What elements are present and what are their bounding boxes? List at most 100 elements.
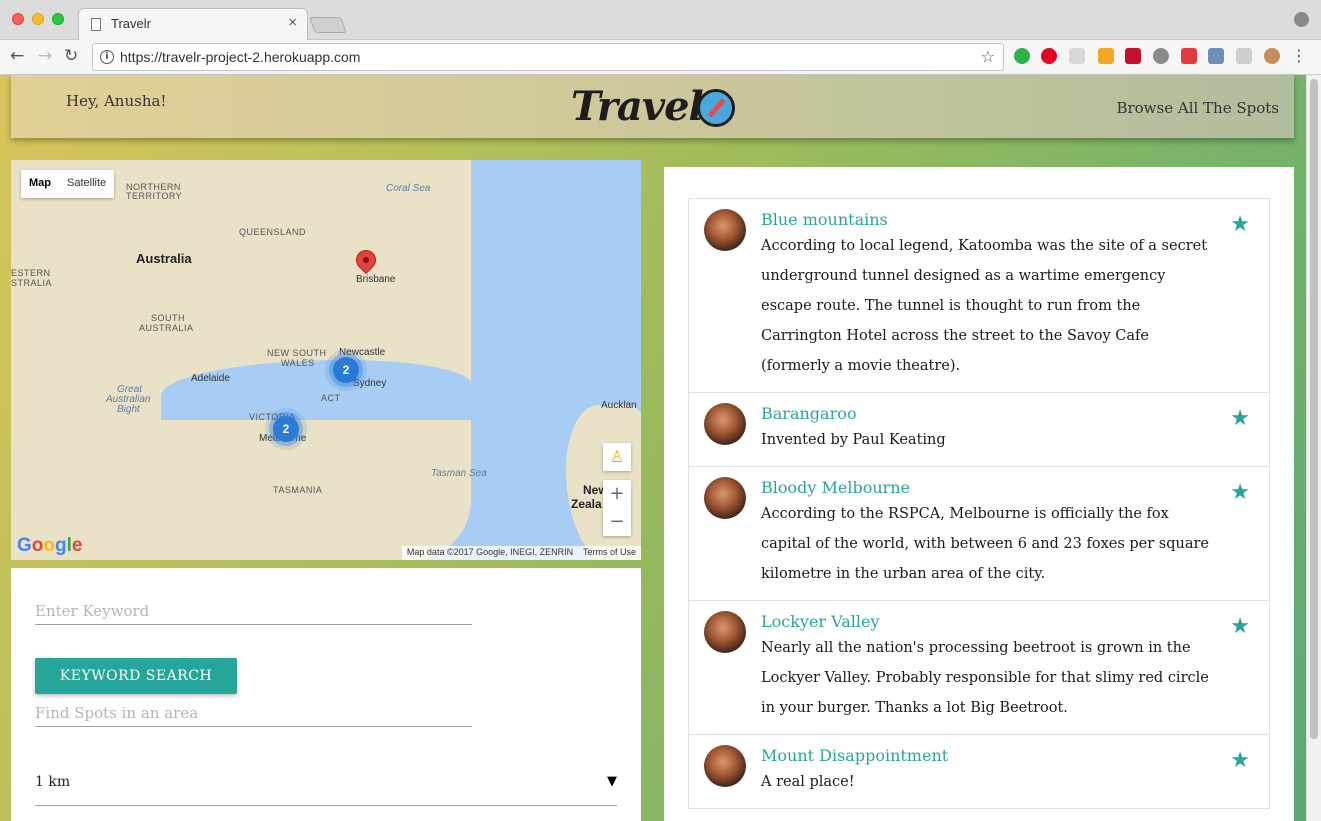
bookmark-star-icon[interactable]: ☆ xyxy=(981,47,995,66)
map-label: Bight xyxy=(117,404,140,415)
page-scrollbar[interactable] xyxy=(1306,75,1321,821)
star-icon[interactable]: ★ xyxy=(1230,748,1250,773)
spot-description: A real place! xyxy=(761,774,855,790)
map-label: TASMANIA xyxy=(273,485,323,495)
zoom-in-button[interactable]: + xyxy=(603,480,631,508)
extension-green-icon[interactable] xyxy=(1014,48,1030,64)
extension-red-badge-icon[interactable] xyxy=(1125,48,1141,64)
map-attribution: Map data ©2017 Google, INEGI, ZENRIN Ter… xyxy=(401,546,641,560)
zoom-control: + − xyxy=(603,480,631,536)
area-search-input[interactable] xyxy=(35,700,472,726)
forward-icon[interactable]: → xyxy=(38,46,52,66)
marker-cluster-melbourne[interactable]: 2 xyxy=(273,416,299,442)
tab-title: Travelr xyxy=(111,16,151,31)
map-land-tasmania xyxy=(261,460,321,504)
extension-gray-icon[interactable] xyxy=(1069,48,1085,64)
spot-title[interactable]: Mount Disappointment xyxy=(761,745,1209,767)
map-type-satellite-button[interactable]: Satellite xyxy=(59,170,114,198)
star-icon[interactable]: ★ xyxy=(1230,406,1250,431)
map-type-control: Map Satellite xyxy=(21,170,115,198)
extension-grid-icon[interactable] xyxy=(1236,48,1252,64)
avatar xyxy=(704,209,746,251)
keyword-input[interactable] xyxy=(35,598,472,624)
list-item[interactable]: Mount Disappointment A real place! ★ xyxy=(689,735,1269,808)
minimize-window-button[interactable] xyxy=(32,13,44,25)
list-item[interactable]: Bloody Melbourne According to the RSPCA,… xyxy=(689,467,1269,601)
keyword-field xyxy=(35,598,472,625)
back-icon[interactable]: ← xyxy=(10,46,24,66)
avatar xyxy=(704,477,746,519)
map-type-map-button[interactable]: Map xyxy=(21,170,59,198)
map-label: Zeala xyxy=(571,497,602,511)
map-label: Brisbane xyxy=(356,274,396,285)
extension-off-icon[interactable] xyxy=(1098,48,1114,64)
map-label: WALES xyxy=(281,358,315,368)
spot-title[interactable]: Bloody Melbourne xyxy=(761,477,1209,499)
avatar xyxy=(704,403,746,445)
star-icon[interactable]: ★ xyxy=(1230,480,1250,505)
compass-icon xyxy=(697,89,735,127)
close-window-button[interactable] xyxy=(12,13,24,25)
map-label: Tasman Sea xyxy=(431,468,487,479)
spots-list: Blue mountains According to local legend… xyxy=(688,198,1270,809)
spot-title[interactable]: Lockyer Valley xyxy=(761,611,1209,633)
map-land-australia xyxy=(11,160,471,560)
url-text[interactable]: https://travelr-project-2.herokuapp.com xyxy=(120,49,360,65)
spot-description: Invented by Paul Keating xyxy=(761,432,946,448)
map-label: STRALIA xyxy=(11,278,53,288)
extension-red-square-icon[interactable] xyxy=(1181,48,1197,64)
reload-icon[interactable]: ↻ xyxy=(64,46,78,66)
marker-cluster-sydney[interactable]: 2 xyxy=(333,357,359,383)
travelr-logo[interactable]: Travelr xyxy=(571,81,741,137)
map-label: ACT xyxy=(321,393,341,403)
avatar xyxy=(704,611,746,653)
spot-title[interactable]: Barangaroo xyxy=(761,403,1209,425)
spot-title[interactable]: Blue mountains xyxy=(761,209,1209,231)
map-label: TERRITORY xyxy=(126,191,183,201)
google-map[interactable]: Map Satellite NORTHERN TERRITORY QUEENSL… xyxy=(11,160,641,560)
map-data-attribution: Map data ©2017 Google, INEGI, ZENRIN xyxy=(406,547,574,557)
star-icon[interactable]: ★ xyxy=(1230,212,1250,237)
keyword-search-button[interactable]: KEYWORD SEARCH xyxy=(35,658,237,694)
map-label: SOUTH xyxy=(151,313,185,323)
spot-description: According to the RSPCA, Melbourne is off… xyxy=(761,506,1210,582)
radius-selected-value: 1 km xyxy=(35,774,71,790)
address-bar[interactable]: i https://travelr-project-2.herokuapp.co… xyxy=(92,43,1004,71)
new-tab-button[interactable] xyxy=(309,17,347,33)
map-label: Adelaide xyxy=(191,373,230,384)
app-navbar: Hey, Anusha! Travelr Browse All The Spot… xyxy=(11,75,1294,138)
profile-icon[interactable] xyxy=(1294,12,1309,27)
list-item[interactable]: Barangaroo Invented by Paul Keating ★ xyxy=(689,393,1269,467)
browse-all-spots-link[interactable]: Browse All The Spots xyxy=(1116,99,1279,117)
browser-menu-icon[interactable]: ⋮ xyxy=(1291,46,1307,65)
extension-face-icon[interactable] xyxy=(1264,48,1280,64)
list-item[interactable]: Blue mountains According to local legend… xyxy=(689,199,1269,393)
spot-description: Nearly all the nation's processing beetr… xyxy=(761,640,1209,716)
spot-description: According to local legend, Katoomba was … xyxy=(761,238,1208,374)
map-label: NEW SOUTH xyxy=(267,348,327,358)
zoom-out-button[interactable]: − xyxy=(603,508,631,536)
document-icon xyxy=(91,18,101,31)
extension-bug-icon[interactable] xyxy=(1153,48,1169,64)
star-icon[interactable]: ★ xyxy=(1230,614,1250,639)
map-label: QUEENSLAND xyxy=(239,227,307,237)
pinterest-icon[interactable] xyxy=(1041,48,1057,64)
spots-panel: Blue mountains According to local legend… xyxy=(664,167,1294,821)
maximize-window-button[interactable] xyxy=(52,13,64,25)
street-view-pegman-icon[interactable]: ♙ xyxy=(603,443,631,471)
tab-close-icon[interactable]: × xyxy=(288,14,297,31)
scrollbar-thumb[interactable] xyxy=(1310,79,1318,739)
list-item[interactable]: Lockyer Valley Nearly all the nation's p… xyxy=(689,601,1269,735)
info-icon[interactable]: i xyxy=(100,50,114,64)
avatar xyxy=(704,745,746,787)
radius-select[interactable]: 1 km ▼ xyxy=(35,764,617,806)
area-field xyxy=(35,700,472,727)
map-label: Australia xyxy=(136,251,192,266)
map-label: Sydney xyxy=(353,378,387,389)
extension-blue-icon[interactable] xyxy=(1208,48,1224,64)
page-background: Hey, Anusha! Travelr Browse All The Spot… xyxy=(0,75,1321,821)
browser-tab[interactable]: Travelr × xyxy=(78,8,308,40)
map-label: ESTERN xyxy=(11,268,51,278)
terms-of-use-link[interactable]: Terms of Use xyxy=(583,547,636,557)
map-label: Aucklan xyxy=(601,400,637,411)
